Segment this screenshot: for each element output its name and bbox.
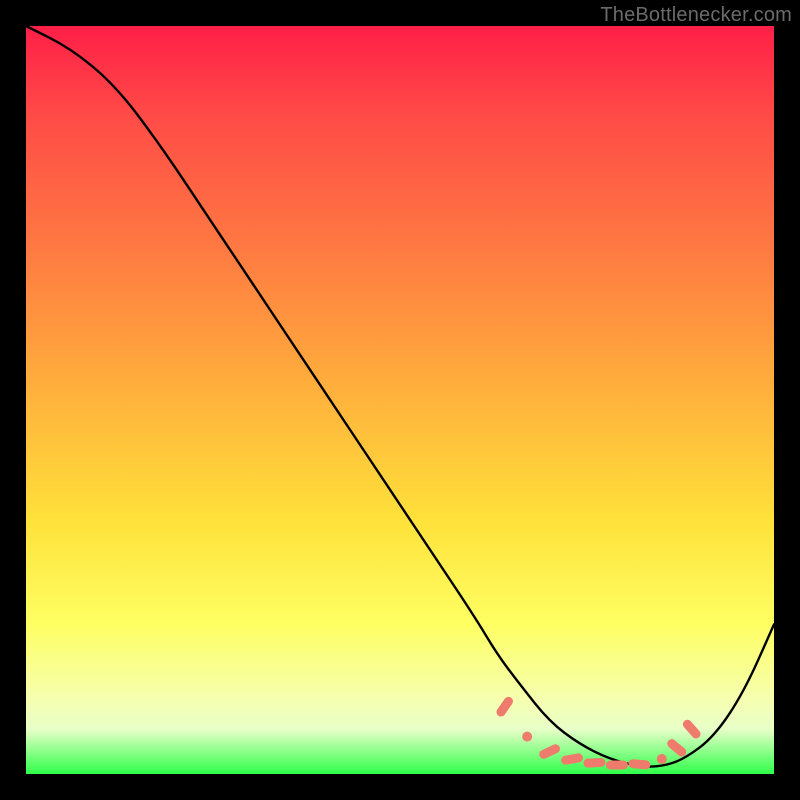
chart-svg	[26, 26, 774, 774]
curve-layer	[26, 26, 774, 767]
marker-dot	[522, 732, 532, 742]
marker-dash	[583, 758, 605, 768]
watermark-text: TheBottlenecker.com	[600, 4, 792, 27]
marker-dash	[628, 759, 651, 770]
marker-dot	[657, 754, 667, 764]
marker-dash	[560, 753, 583, 766]
marker-layer	[495, 695, 703, 770]
bottleneck-curve	[26, 26, 774, 767]
marker-dash	[495, 695, 515, 718]
marker-dash	[681, 718, 702, 740]
chart-frame: TheBottlenecker.com	[0, 0, 800, 800]
marker-dash	[665, 737, 688, 758]
marker-dash	[606, 761, 628, 770]
plot-area	[26, 26, 774, 774]
marker-dash	[538, 743, 562, 760]
